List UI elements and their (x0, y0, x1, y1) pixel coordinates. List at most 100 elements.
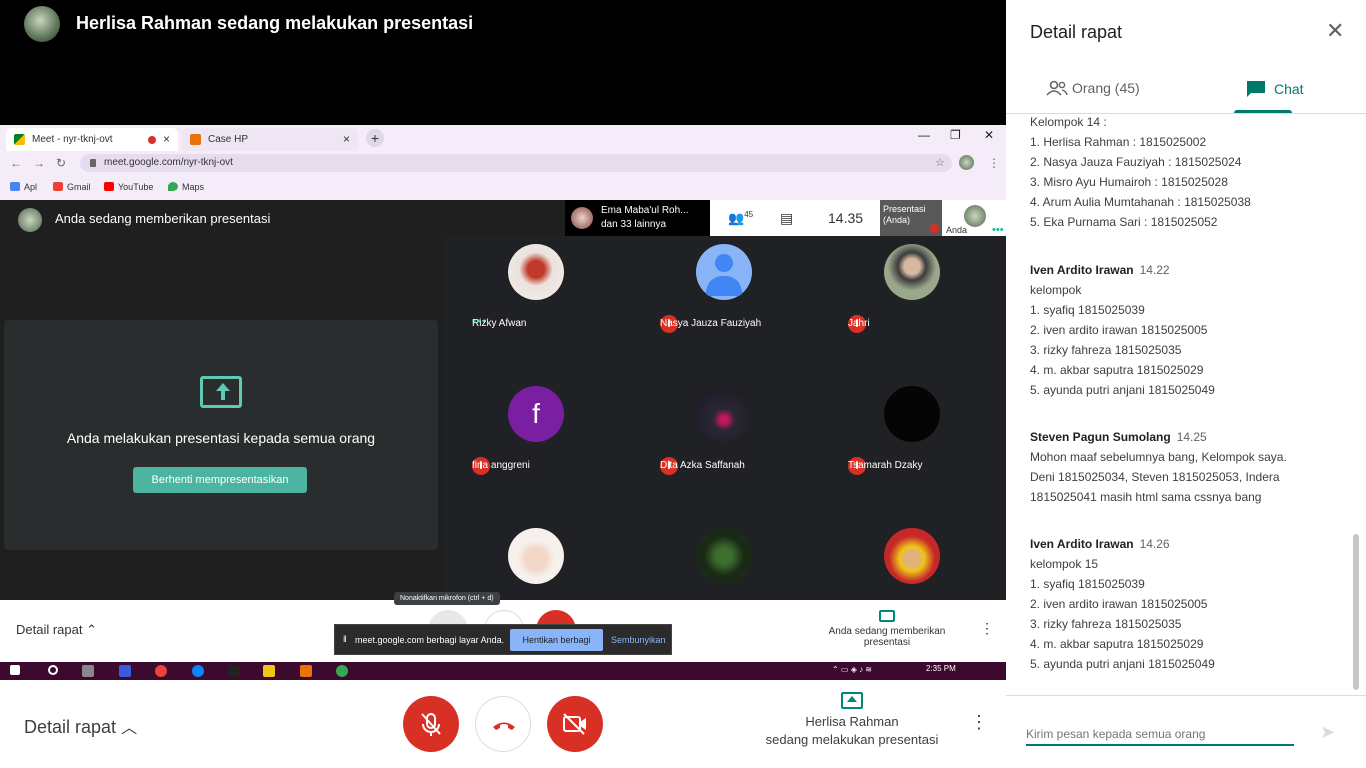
system-tray-icon[interactable]: ⌃ ▭ ◈ ♪ ≋ (832, 665, 872, 674)
app-icon[interactable] (336, 665, 348, 677)
browser-tab-case[interactable]: Case HP × (182, 128, 358, 151)
address-bar[interactable]: meet.google.com/nyr-tknj-ovt (80, 154, 952, 172)
shared-screen: Meet - nyr-tknj-ovt × Case HP × + — ❐ ✕ … (0, 125, 1006, 680)
app-icon[interactable] (228, 665, 240, 677)
message-line: 2. iven ardito irawan 1815025005 (1030, 323, 1208, 337)
participant-tile[interactable]: Nasya Jauza Fauziyah (630, 236, 818, 378)
participant-tile[interactable]: Tsamarah Dzaky (818, 378, 1006, 520)
profile-avatar[interactable] (959, 155, 974, 170)
camera-toggle-button[interactable] (547, 696, 603, 752)
present-caption: Anda sedang memberikan presentasi (828, 626, 946, 648)
mic-toggle-button[interactable] (403, 696, 459, 752)
participant-name: fina anggreni (472, 460, 530, 471)
participant-name: Nasya Jauza Fauziyah (660, 318, 762, 329)
participant-name: Jahri (848, 318, 870, 329)
chat-icon[interactable]: ▤ (780, 210, 793, 227)
bookmark-label: YouTube (118, 182, 154, 192)
inner-meeting-details-button[interactable]: Detail rapat ⌃ (16, 622, 97, 638)
control-bar: Detail rapat ︿ Herlisa Rahman sedang mel… (0, 680, 1006, 768)
meeting-stage: Herlisa Rahman sedang melakukan presenta… (0, 0, 1006, 768)
participant-avatar (884, 244, 940, 300)
present-screen-icon (879, 610, 895, 622)
participant-tile[interactable]: f fina anggreni (442, 378, 630, 520)
people-icon (1046, 80, 1068, 96)
gmail-icon (53, 182, 63, 191)
message-line: 5. ayunda putri anjani 1815025049 (1030, 657, 1215, 671)
active-speaker-chip[interactable]: Ema Maba'ul Roh... dan 33 lainnya (565, 200, 710, 236)
self-avatar (964, 205, 986, 227)
chrome-icon[interactable] (155, 665, 167, 677)
participant-tile[interactable]: Dita Azka Saffanah (630, 378, 818, 520)
maximize-icon[interactable]: ❐ (950, 128, 961, 142)
participant-avatar (696, 528, 752, 584)
hide-button[interactable]: Sembunyikan (611, 635, 666, 645)
more-options-icon[interactable]: ⋮ (970, 712, 988, 733)
meeting-details-button[interactable]: Detail rapat ︿ (24, 714, 137, 738)
windows-taskbar: ⌃ ▭ ◈ ♪ ≋ 2:35 PM (0, 662, 1006, 680)
tab-people[interactable]: Orang (45) (1046, 80, 1140, 96)
stop-sharing-button[interactable]: Hentikan berbagi (510, 629, 603, 651)
new-tab-button[interactable]: + (366, 129, 384, 147)
default-person-icon (715, 254, 733, 272)
self-video-tile[interactable]: Anda ••• (942, 200, 1006, 236)
chevron-up-icon: ︿ (121, 720, 138, 737)
taskbar-clock: 2:35 PM (926, 664, 956, 673)
bookmark-maps[interactable]: Maps (168, 182, 204, 192)
search-icon[interactable] (48, 665, 58, 675)
chat-message: Iven Ardito Irawan 14.26 kelompok 15 1. s… (1030, 534, 1340, 674)
inner-present-status[interactable]: Anda sedang memberikan presentasi (820, 610, 954, 648)
participant-tile[interactable]: ••• Rizky Afwan (442, 236, 630, 378)
minimize-icon[interactable]: — (918, 128, 930, 142)
browser-tab-meet[interactable]: Meet - nyr-tknj-ovt × (6, 128, 178, 151)
star-icon[interactable]: ☆ (935, 156, 945, 169)
recording-dot-icon (148, 136, 156, 144)
app-icon[interactable] (300, 665, 312, 677)
people-button[interactable]: 👥45 (728, 210, 753, 226)
tab-chat[interactable]: Chat (1246, 80, 1304, 98)
file-explorer-icon[interactable] (263, 665, 275, 677)
forward-icon[interactable]: → (33, 156, 45, 170)
people-count: 45 (744, 210, 754, 219)
more-options-icon[interactable]: ⋮ (980, 620, 994, 637)
app-icon[interactable] (119, 665, 131, 677)
maps-pin-icon (168, 182, 178, 191)
meet-favicon-icon (14, 134, 25, 145)
window-close-icon[interactable]: ✕ (984, 128, 994, 142)
message-time: 14.26 (1139, 537, 1170, 551)
tab-close-icon[interactable]: × (163, 132, 170, 146)
tab-close-icon[interactable]: × (343, 132, 350, 146)
hangup-icon (493, 722, 515, 730)
participant-tile[interactable]: Jahri (818, 236, 1006, 378)
tab-label: Orang (45) (1072, 80, 1140, 96)
apps-grid-icon (10, 182, 20, 191)
windows-start-icon[interactable] (10, 665, 20, 675)
back-icon[interactable]: ← (10, 156, 22, 170)
presenter-title: Herlisa Rahman sedang melakukan presenta… (76, 13, 474, 33)
message-line: 1. syafiq 1815025039 (1030, 577, 1145, 591)
bookmark-label: Maps (182, 182, 205, 192)
kebab-menu-icon[interactable]: ⋮ (988, 156, 1000, 170)
chat-message-input[interactable] (1026, 724, 1294, 746)
stop-presenting-button[interactable]: Berhenti mempresentasikan (133, 467, 307, 493)
bookmark-youtube[interactable]: YouTube (104, 182, 153, 192)
close-panel-icon[interactable]: ✕ (1326, 18, 1344, 44)
edge-icon[interactable] (192, 665, 204, 677)
bookmarks-bar: Apl Gmail YouTube Maps (0, 175, 1006, 200)
send-icon[interactable]: ➤ (1320, 722, 1335, 743)
app-icon[interactable] (82, 665, 94, 677)
participant-name: Tsamarah Dzaky (848, 460, 923, 471)
tab-label: Meet - nyr-tknj-ovt (32, 134, 113, 145)
self-presentation-tile[interactable]: Presentasi (Anda) (880, 200, 942, 236)
people-icon: 👥 (728, 210, 745, 226)
bookmark-gmail[interactable]: Gmail (53, 182, 91, 192)
leave-call-button[interactable] (475, 696, 531, 752)
message-line: 1. syafiq 1815025039 (1030, 303, 1145, 317)
bookmark-apps[interactable]: Apl (10, 182, 37, 192)
chat-scrollbar[interactable] (1353, 534, 1359, 690)
reload-icon[interactable]: ↻ (56, 156, 66, 170)
presentation-placeholder: Anda melakukan presentasi kepada semua o… (4, 320, 438, 550)
present-status[interactable]: Herlisa Rahman sedang melakukan presenta… (752, 692, 952, 749)
inner-presenter-avatar (18, 208, 42, 232)
drag-handle-icon[interactable]: ‖ (343, 634, 347, 644)
participant-avatar (696, 244, 752, 300)
